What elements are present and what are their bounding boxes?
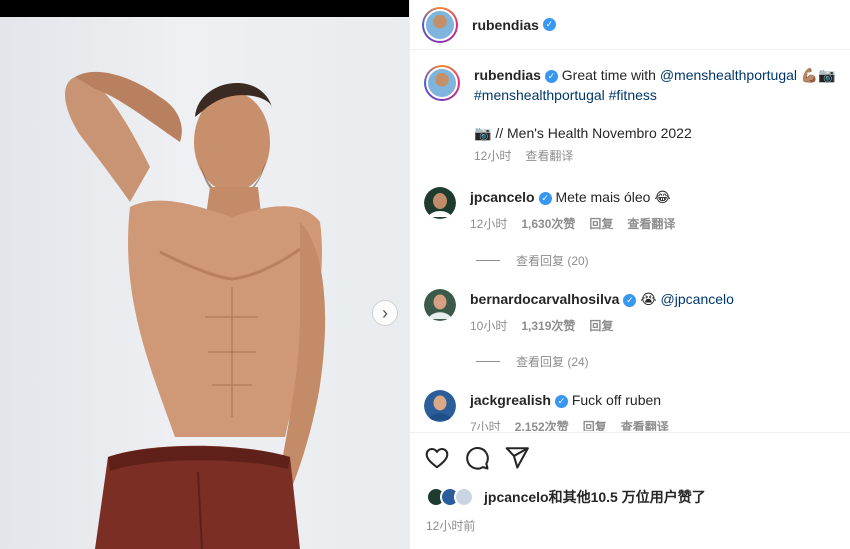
- comment-likes[interactable]: 2,152次赞: [515, 417, 569, 431]
- verified-icon: ✓: [542, 18, 556, 31]
- comment-username[interactable]: jpcancelo: [470, 189, 535, 205]
- author-avatar[interactable]: [422, 6, 458, 43]
- comment-time[interactable]: 7小时: [470, 417, 501, 431]
- verified-icon: ✓: [538, 191, 552, 205]
- comment-username[interactable]: jackgrealish: [470, 392, 551, 408]
- post-photo: ›: [0, 17, 409, 549]
- verified-icon: ✓: [623, 293, 637, 307]
- post-panel: rubendias ✓ rubendias ✓ Great time with @…: [409, 0, 850, 549]
- caption-username[interactable]: rubendias: [474, 67, 541, 83]
- comment-text: Fuck off ruben: [571, 392, 662, 408]
- comment-likes[interactable]: 1,319次赞: [521, 316, 575, 336]
- view-replies-label: 查看回复 (24): [516, 355, 589, 369]
- reply-button[interactable]: 回复: [589, 214, 613, 234]
- comment-emoji: 😭: [640, 291, 657, 307]
- comment-icon[interactable]: [464, 445, 490, 471]
- comment-username[interactable]: bernardocarvalhosilva: [470, 291, 619, 307]
- commenter-avatar[interactable]: [424, 390, 456, 422]
- share-icon[interactable]: [504, 445, 530, 471]
- view-replies-button[interactable]: 查看回复 (24): [476, 353, 589, 370]
- verified-icon: ✓: [544, 69, 558, 83]
- caption-time[interactable]: 12小时: [474, 146, 511, 166]
- comment-time[interactable]: 12小时: [470, 214, 507, 234]
- view-replies-label: 查看回复 (20): [516, 254, 589, 268]
- comment-time[interactable]: 10小时: [470, 316, 507, 336]
- reply-button[interactable]: 回复: [589, 316, 613, 336]
- likes-text[interactable]: jpcancelo和其他10.5 万位用户赞了: [484, 487, 706, 507]
- action-bar: jpcancelo和其他10.5 万位用户赞了 12小时前: [410, 432, 850, 549]
- media-top-bar: [0, 0, 409, 17]
- comment-text: Mete mais óleo: [555, 189, 651, 205]
- heart-icon[interactable]: [424, 445, 450, 471]
- author-username[interactable]: rubendias: [472, 17, 539, 33]
- photo-illustration: [64, 71, 326, 549]
- caption-hashtags[interactable]: #menshealthportugal #fitness: [474, 85, 844, 105]
- likes-summary[interactable]: jpcancelo和其他10.5 万位用户赞了: [426, 487, 706, 507]
- translate-button[interactable]: 查看翻译: [627, 214, 675, 234]
- caption-mention-link[interactable]: @menshealthportugal: [660, 67, 797, 83]
- instagram-post-window: › rubendias ✓ rubendias ✓ Great time with…: [0, 0, 850, 549]
- view-replies-button[interactable]: 查看回复 (20): [476, 252, 589, 269]
- caption-translate-button[interactable]: 查看翻译: [525, 146, 573, 166]
- comments-list: rubendias ✓ Great time with @menshealthpo…: [410, 51, 850, 431]
- caption-credit: 📷 // Men's Health Novembro 2022: [474, 125, 692, 141]
- caption-emojis: 💪🏽📷: [800, 67, 836, 83]
- verified-icon: ✓: [554, 394, 568, 408]
- post-media: ›: [0, 0, 409, 549]
- comment-likes[interactable]: 1,630次赞: [521, 214, 575, 234]
- comment-mention-link[interactable]: @jpcancelo: [661, 291, 734, 307]
- liker-avatars: [426, 487, 480, 507]
- post-timestamp[interactable]: 12小时前: [426, 517, 475, 534]
- liker-avatar: [454, 487, 474, 507]
- caption-avatar[interactable]: [424, 65, 460, 101]
- translate-button[interactable]: 查看翻译: [621, 417, 669, 431]
- next-image-button[interactable]: ›: [372, 300, 398, 326]
- caption-prefix: Great time with: [561, 67, 656, 83]
- post-header: rubendias ✓: [410, 0, 850, 50]
- comment-emoji: 😂: [654, 189, 671, 205]
- reply-button[interactable]: 回复: [583, 417, 607, 431]
- commenter-avatar[interactable]: [424, 289, 456, 321]
- chevron-right-icon: ›: [382, 303, 388, 323]
- commenter-avatar[interactable]: [424, 187, 456, 219]
